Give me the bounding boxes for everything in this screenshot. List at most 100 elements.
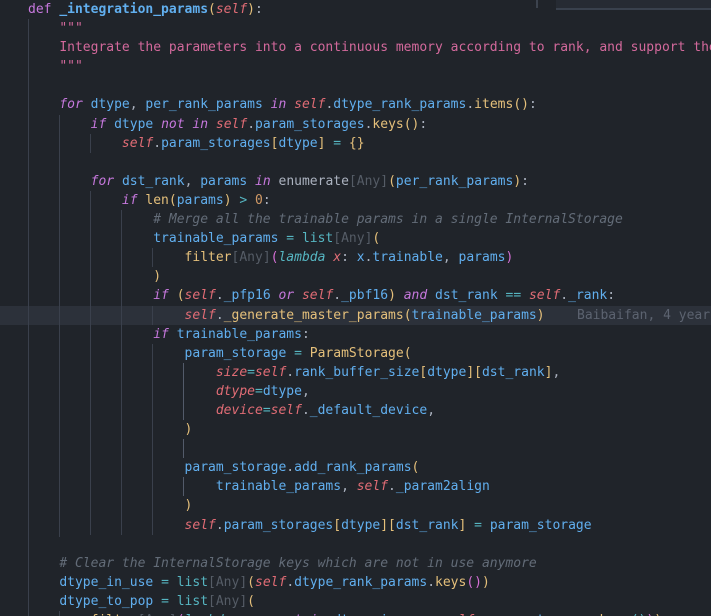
code-token: params — [177, 193, 224, 208]
code-token — [114, 174, 122, 189]
code-line[interactable]: dtype_in_use = list[Any](self.dtype_rank… — [0, 573, 711, 592]
code-line[interactable]: self.param_storages[dtype] = {} — [0, 134, 711, 153]
code-line[interactable] — [0, 76, 711, 95]
code-token: , — [341, 479, 357, 494]
code-line[interactable] — [0, 535, 711, 554]
code-line[interactable]: if trainable_params: — [0, 325, 711, 344]
code-token: ) — [224, 193, 232, 208]
code-token: dtype_to_pop — [59, 594, 153, 609]
code-line[interactable]: for dtype, per_rank_params in self.dtype… — [0, 95, 711, 114]
code-token — [28, 518, 185, 533]
code-token: ) — [506, 250, 514, 265]
code-token: [Any] — [208, 575, 247, 590]
code-token: keys — [435, 575, 466, 590]
code-token: dtype_rank_params — [294, 575, 427, 590]
code-token: . — [302, 403, 310, 418]
code-token — [169, 327, 177, 342]
code-line[interactable]: param_storage = ParamStorage( — [0, 344, 711, 363]
code-token: param_storages — [224, 518, 334, 533]
code-token: trainable_params — [412, 308, 537, 323]
code-token — [28, 193, 122, 208]
code-token — [294, 288, 302, 303]
code-token — [28, 269, 153, 284]
code-line[interactable]: Integrate the parameters into a continuo… — [0, 38, 711, 57]
code-line[interactable]: filter[Any](lambda x: x not in dtype_in_… — [0, 611, 711, 616]
code-line[interactable]: device=self._default_device, — [0, 401, 711, 420]
code-token: param_storage — [490, 518, 592, 533]
code-token: and — [404, 288, 427, 303]
code-token: [Any] — [349, 174, 388, 189]
code-line[interactable]: ) — [0, 267, 711, 286]
code-token: list — [302, 231, 333, 246]
code-token: list — [177, 594, 208, 609]
code-line[interactable]: """ — [0, 19, 711, 38]
code-token — [28, 346, 185, 361]
code-token — [153, 594, 161, 609]
code-line[interactable]: trainable_params = list[Any]( — [0, 229, 711, 248]
code-token: _pbf16 — [341, 288, 388, 303]
code-line[interactable]: ) — [0, 496, 711, 515]
code-token: ) — [247, 2, 255, 17]
code-token: ( — [388, 174, 396, 189]
code-line[interactable]: param_storage.add_rank_params( — [0, 458, 711, 477]
code-token: [ — [419, 365, 427, 380]
code-token: list — [177, 575, 208, 590]
code-token: . — [216, 288, 224, 303]
code-token: ][ — [466, 365, 482, 380]
code-token: per_rank_params — [145, 97, 262, 112]
code-line[interactable]: # Clear the InternalStorage keys which a… — [0, 554, 711, 573]
code-token: ( — [247, 575, 255, 590]
code-token — [28, 136, 122, 151]
code-token: trainable_params — [177, 327, 302, 342]
code-token: param_storages — [161, 136, 271, 151]
code-line[interactable]: if len(params) > 0: — [0, 191, 711, 210]
code-token: = — [263, 403, 271, 418]
code-token: . — [153, 136, 161, 151]
code-token: . — [286, 575, 294, 590]
code-token: for — [59, 97, 82, 112]
code-line[interactable] — [0, 153, 711, 172]
code-token — [83, 97, 91, 112]
code-line[interactable]: # Merge all the trainable params in a si… — [0, 210, 711, 229]
code-token: trainable_params — [216, 479, 341, 494]
code-token: ( — [372, 231, 380, 246]
code-token: ( — [169, 193, 177, 208]
code-token — [28, 288, 153, 303]
code-token — [28, 384, 216, 399]
code-token — [28, 174, 91, 189]
code-token: self — [122, 136, 153, 151]
code-token: ( — [404, 346, 412, 361]
code-token: ][ — [380, 518, 396, 533]
code-token: add_rank_params — [294, 460, 411, 475]
git-blame-annotation[interactable]: Baibaifan, 4 year — [577, 306, 710, 325]
code-line[interactable]: size=self.rank_buffer_size[dtype][dst_ra… — [0, 363, 711, 382]
code-token — [106, 117, 114, 132]
code-line[interactable]: trainable_params, self._param2align — [0, 477, 711, 496]
code-token: trainable_params — [153, 231, 278, 246]
code-line[interactable]: for dst_rank, params in enumerate[Any](p… — [0, 172, 711, 191]
code-line[interactable]: dtype=dtype, — [0, 382, 711, 401]
code-token: ( — [177, 288, 185, 303]
code-line[interactable]: """ — [0, 57, 711, 76]
code-line[interactable]: if (self._pfp16 or self._pbf16) and dst_… — [0, 286, 711, 305]
code-line[interactable]: ) — [0, 420, 711, 439]
code-token — [341, 136, 349, 151]
code-token: . — [216, 518, 224, 533]
widget-sash — [536, 0, 538, 8]
code-token: dtype — [427, 365, 466, 380]
find-widget-fragment[interactable] — [556, 0, 711, 10]
code-line[interactable]: dtype_to_pop = list[Any]( — [0, 592, 711, 611]
code-token — [153, 575, 161, 590]
code-line[interactable]: self.param_storages[dtype][dst_rank] = p… — [0, 516, 711, 535]
code-token: enumerate — [279, 174, 349, 189]
code-token: self — [255, 575, 286, 590]
code-token: _generate_master_params — [224, 308, 404, 323]
code-token: , — [443, 250, 459, 265]
code-line[interactable]: filter[Any](lambda x: x.trainable, param… — [0, 248, 711, 267]
code-token: # Merge all the trainable params in a si… — [153, 212, 623, 227]
code-editor[interactable]: def _integration_params(self): """ Integ… — [0, 0, 711, 616]
code-token: : — [255, 2, 263, 17]
code-token: . — [216, 308, 224, 323]
code-line[interactable] — [0, 439, 711, 458]
code-line[interactable]: if dtype not in self.param_storages.keys… — [0, 115, 711, 134]
